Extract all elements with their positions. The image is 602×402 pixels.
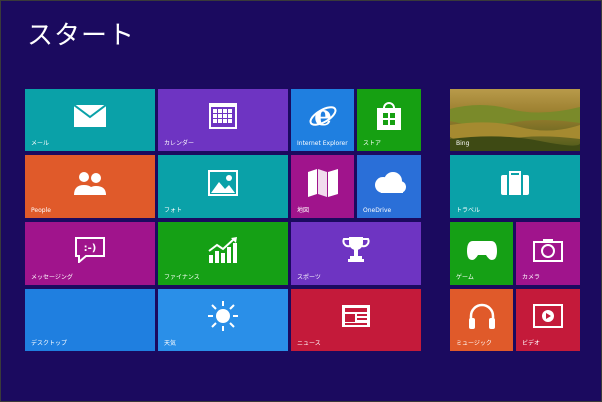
tile-video-label: ビデオ — [522, 340, 541, 347]
tile-messaging[interactable]: :-) メッセージング — [25, 222, 155, 285]
tile-camera-label: カメラ — [522, 274, 541, 281]
tile-desktop-label: デスクトップ — [31, 340, 68, 347]
xbox-controller-icon — [450, 230, 513, 269]
tile-internet-explorer[interactable]: e Internet Explorer — [291, 89, 354, 151]
svg-text::-): :-) — [84, 243, 97, 254]
tile-sports-label: スポーツ — [297, 274, 321, 281]
mail-icon — [25, 99, 155, 133]
trophy-icon — [291, 232, 421, 267]
calendar-icon — [158, 99, 288, 133]
tile-camera[interactable]: カメラ — [516, 222, 580, 285]
tile-travel[interactable]: トラベル — [450, 155, 580, 218]
tile-calendar-label: カレンダー — [164, 140, 195, 147]
sun-icon — [158, 299, 288, 333]
bing-landscape-image — [450, 89, 580, 151]
newspaper-icon — [291, 299, 421, 333]
tile-games-label: ゲーム — [456, 274, 474, 281]
tile-music[interactable]: ミュージック — [450, 289, 513, 351]
cloud-icon — [357, 163, 421, 202]
page-title: スタート — [27, 21, 136, 51]
tile-bing-label: Bing — [456, 140, 470, 147]
tile-bing[interactable]: Bing — [450, 89, 580, 151]
tile-music-label: ミュージック — [456, 340, 492, 347]
tile-people-label: People — [31, 207, 51, 214]
tile-ie-label: Internet Explorer — [297, 140, 348, 147]
tile-desktop[interactable]: デスクトップ — [25, 289, 155, 351]
message-icon: :-) — [25, 232, 155, 267]
tile-finance[interactable]: ファイナンス — [158, 222, 288, 285]
tile-mail[interactable]: メール — [25, 89, 155, 151]
tile-onedrive[interactable]: OneDrive — [357, 155, 421, 218]
tile-store-label: ストア — [363, 140, 382, 147]
camera-icon — [516, 230, 580, 269]
tile-maps[interactable]: 地図 — [291, 155, 354, 218]
svg-text:e: e — [314, 101, 332, 131]
tile-people[interactable]: People — [25, 155, 155, 218]
tile-messaging-label: メッセージング — [31, 274, 73, 281]
tile-weather-label: 天気 — [164, 340, 177, 347]
tile-games[interactable]: ゲーム — [450, 222, 513, 285]
people-icon — [25, 165, 155, 200]
tile-mail-label: メール — [31, 140, 50, 147]
headphones-icon — [450, 297, 513, 335]
tile-photos[interactable]: フォト — [158, 155, 288, 218]
tile-video[interactable]: ビデオ — [516, 289, 580, 351]
store-bag-icon — [357, 97, 421, 135]
map-icon — [291, 163, 354, 202]
tile-maps-label: 地図 — [297, 207, 310, 214]
tile-photos-label: フォト — [164, 207, 183, 214]
tile-weather[interactable]: 天気 — [158, 289, 288, 351]
tile-finance-label: ファイナンス — [164, 274, 200, 281]
tile-travel-label: トラベル — [456, 207, 481, 214]
internet-explorer-icon: e — [291, 97, 354, 135]
suitcase-icon — [450, 165, 580, 200]
photo-icon — [158, 165, 288, 200]
tile-sports[interactable]: スポーツ — [291, 222, 421, 285]
tile-onedrive-label: OneDrive — [363, 207, 392, 214]
tile-calendar[interactable]: カレンダー — [158, 89, 288, 151]
video-play-icon — [516, 297, 580, 335]
finance-chart-icon — [158, 232, 288, 267]
tile-news[interactable]: ニュース — [291, 289, 421, 351]
tile-store[interactable]: ストア — [357, 89, 421, 151]
tile-news-label: ニュース — [297, 340, 321, 347]
